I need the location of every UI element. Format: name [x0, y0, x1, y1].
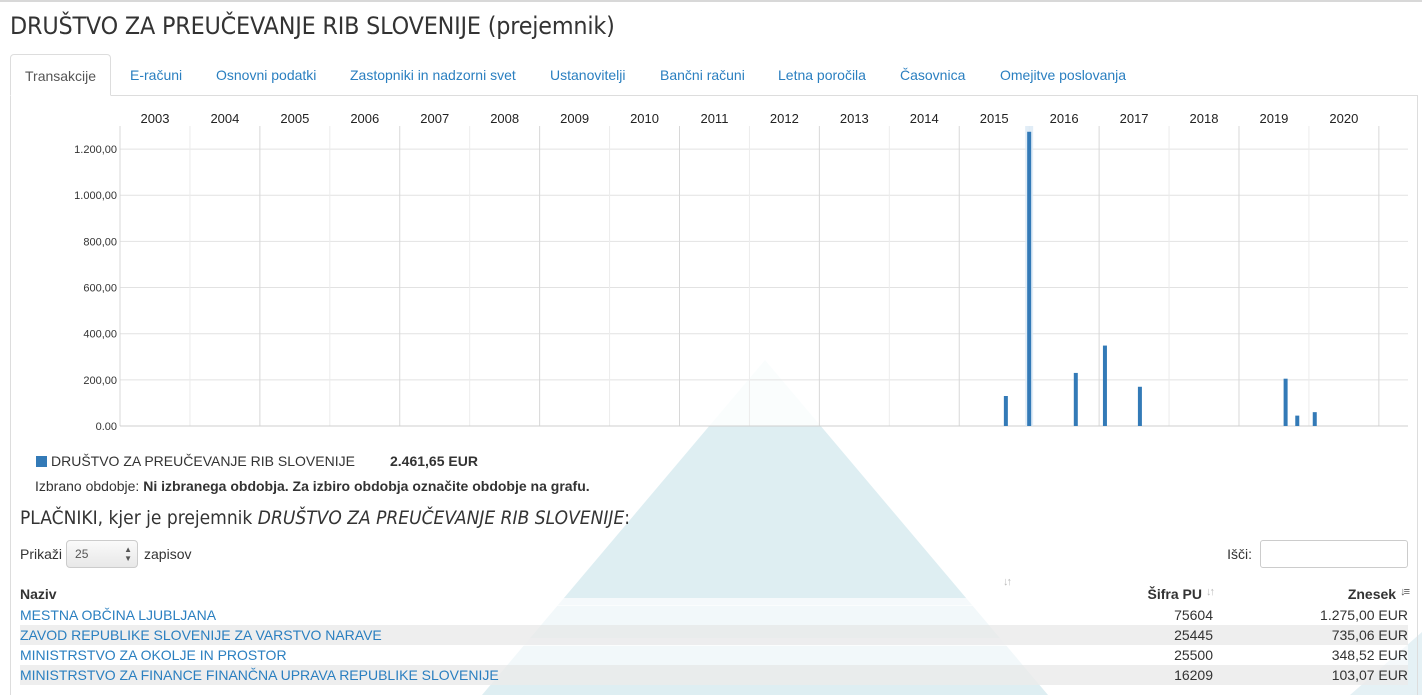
chart-bar: [1027, 131, 1032, 426]
x-tick-label: 2014: [910, 111, 939, 126]
payer-code: 25500: [1000, 645, 1213, 665]
chart-legend: DRUŠTVO ZA PREUČEVANJE RIB SLOVENIJE: [36, 453, 355, 469]
payer-amount: 735,06 EUR: [1213, 625, 1408, 645]
tab-ustanovitelji[interactable]: Ustanovitelji: [536, 54, 639, 95]
column-header-amount[interactable]: Znesek ↓≡: [1213, 576, 1410, 605]
x-tick-label: 2013: [840, 111, 869, 126]
page-length-value: 25: [75, 547, 89, 561]
tab-omejitve-poslovanja[interactable]: Omejitve poslovanja: [986, 54, 1140, 95]
x-tick-label: 2011: [700, 111, 728, 126]
period-value: Ni izbranega obdobja. Za izbiro obdobja …: [143, 478, 590, 494]
y-tick-label: 800,00: [83, 236, 117, 248]
x-tick-label: 2006: [350, 111, 379, 126]
chart-bar: [1312, 412, 1317, 426]
tab-bancni-racuni[interactable]: Bančni računi: [646, 54, 759, 95]
table-row: MINISTRSTVO ZA FINANCE FINANČNA UPRAVA R…: [20, 665, 1408, 685]
payer-link[interactable]: MINISTRSTVO ZA OKOLJE IN PROSTOR: [20, 647, 287, 663]
y-tick-label: 200,00: [83, 375, 117, 387]
tab-e-racuni[interactable]: E-računi: [116, 54, 196, 95]
sort-desc-icon: ↓≡: [1400, 586, 1410, 598]
section-title: PLAČNIKI, kjer je prejemnik DRUŠTVO ZA P…: [20, 507, 630, 529]
x-tick-label: 2005: [280, 111, 309, 126]
length-suffix: zapisov: [144, 546, 192, 562]
payer-code: 75604: [1000, 605, 1213, 625]
payer-link[interactable]: MESTNA OBČINA LJUBLJANA: [20, 607, 216, 623]
table-row: ZAVOD REPUBLIKE SLOVENIJE ZA VARSTVO NAR…: [20, 625, 1408, 645]
x-tick-label: 2012: [770, 111, 799, 126]
search-input[interactable]: [1260, 540, 1408, 568]
period-label: Izbrano obdobje:: [35, 478, 140, 494]
page-length-select[interactable]: 25 ▲ ▼: [66, 540, 139, 568]
page-length-control: Prikaži 25 ▲ ▼ zapisov: [20, 540, 191, 568]
tab-letna-porocila[interactable]: Letna poročila: [764, 54, 880, 95]
section-title-prefix: PLAČNIKI, kjer je prejemnik: [20, 507, 253, 529]
x-tick-label: 2010: [630, 111, 659, 126]
payer-code: 16209: [1000, 665, 1213, 685]
x-tick-label: 2015: [980, 111, 1009, 126]
y-tick-label: 600,00: [83, 283, 117, 295]
selected-period: Izbrano obdobje: Ni izbranega obdobja. Z…: [35, 478, 590, 494]
table-row: MINISTRSTVO ZA OKOLJE IN PROSTOR 25500 3…: [20, 645, 1408, 665]
chart-bar: [1137, 386, 1142, 426]
x-tick-label: 2003: [141, 111, 170, 126]
search-label: Išči:: [1227, 546, 1252, 562]
sort-icon: ↓↑: [1206, 586, 1215, 598]
column-header-name[interactable]: Naziv: [20, 576, 1000, 605]
select-arrows-icon: ▲ ▼: [124, 545, 133, 563]
x-tick-label: 2016: [1050, 111, 1079, 126]
chart-bar: [1102, 345, 1107, 426]
column-header-code[interactable]: Šifra PU ↓↑: [1000, 576, 1215, 605]
chart-bar: [1073, 372, 1078, 426]
y-tick-label: 400,00: [83, 329, 117, 341]
x-tick-label: 2018: [1190, 111, 1219, 126]
section-title-suffix: :: [624, 507, 631, 529]
payer-code: 25445: [1000, 625, 1213, 645]
chart-bar: [1003, 396, 1008, 426]
x-tick-label: 2017: [1120, 111, 1149, 126]
payer-amount: 348,52 EUR: [1213, 645, 1408, 665]
legend-total: 2.461,65 EUR: [390, 453, 478, 469]
chart-bar: [1295, 415, 1300, 426]
section-title-entity: DRUŠTVO ZA PREUČEVANJE RIB SLOVENIJE: [257, 507, 625, 529]
tab-zastopniki[interactable]: Zastopniki in nadzorni svet: [336, 54, 530, 95]
tab-bar: Transakcije E-računi Osnovni podatki Zas…: [10, 54, 1418, 96]
tab-transakcije[interactable]: Transakcije: [10, 54, 111, 96]
payer-amount: 103,07 EUR: [1213, 665, 1408, 685]
y-tick-label: 0.00: [96, 421, 117, 433]
payer-amount: 1.275,00 EUR: [1213, 605, 1408, 625]
x-tick-label: 2020: [1329, 111, 1358, 126]
x-tick-label: 2007: [420, 111, 449, 126]
legend-swatch: [36, 456, 47, 467]
tab-casovnica[interactable]: Časovnica: [886, 54, 979, 95]
y-tick-label: 1.200,00: [74, 144, 117, 156]
y-tick-label: 1.000,00: [74, 190, 117, 202]
x-tick-label: 2009: [560, 111, 589, 126]
payer-link[interactable]: MINISTRSTVO ZA FINANCE FINANČNA UPRAVA R…: [20, 667, 499, 683]
chart-bar: [1283, 378, 1288, 426]
plot-area: [120, 126, 1408, 426]
table-row: MESTNA OBČINA LJUBLJANA 75604 1.275,00 E…: [20, 605, 1408, 625]
length-prefix: Prikaži: [20, 546, 63, 562]
payers-table: Naziv Šifra PU ↓↑ Znesek ↓≡ MESTNA OBČINA …: [20, 576, 1410, 685]
legend-series-name: DRUŠTVO ZA PREUČEVANJE RIB SLOVENIJE: [51, 453, 355, 469]
search-control: Išči:: [1227, 540, 1408, 568]
x-tick-label: 2004: [210, 111, 239, 126]
payer-link[interactable]: ZAVOD REPUBLIKE SLOVENIJE ZA VARSTVO NAR…: [20, 627, 382, 643]
x-tick-label: 2019: [1259, 111, 1288, 126]
x-tick-label: 2008: [490, 111, 519, 126]
tab-osnovni-podatki[interactable]: Osnovni podatki: [202, 54, 330, 95]
